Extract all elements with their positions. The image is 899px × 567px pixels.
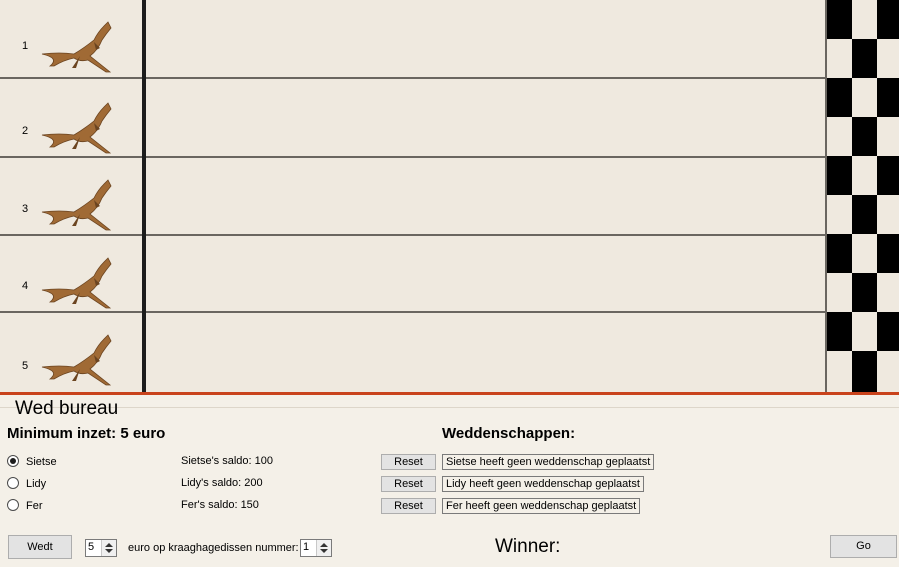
radio-sietse[interactable] [7, 455, 19, 467]
lizard-icon [41, 334, 112, 386]
radio-fer[interactable] [7, 499, 19, 511]
balance-lidy: Lidy's saldo: 200 [181, 477, 263, 489]
bet-status-fer: Fer heeft geen weddenschap geplaatst [442, 498, 641, 514]
lane-number: 3 [22, 203, 29, 215]
minimum-bet-label: Minimum inzet: 5 euro [7, 425, 166, 442]
lane-3: 3 [0, 158, 825, 236]
lane-4: 4 [0, 236, 825, 313]
panel-divider [0, 407, 899, 408]
bet-status-sietse: Sietse heeft geen weddenschap geplaatst [442, 454, 655, 470]
lizard-number-value[interactable]: 1 [303, 541, 309, 553]
lane-number: 5 [22, 360, 29, 372]
race-track: 1 2 3 4 5 [0, 0, 899, 393]
balance-fer: Fer's saldo: 150 [181, 499, 259, 511]
lane-number: 1 [22, 40, 29, 52]
reset-button-lidy[interactable]: Reset [381, 476, 436, 492]
lizard-icon [41, 102, 112, 154]
bet-button[interactable]: Wedt [8, 535, 72, 559]
lane-5: 5 [0, 313, 825, 393]
bets-header: Weddenschappen: [442, 425, 576, 442]
lizard-number-stepper[interactable]: 1 [300, 539, 332, 557]
amount-value[interactable]: 5 [88, 541, 94, 553]
bettor-name-fer[interactable]: Fer [26, 500, 43, 512]
amount-description: euro op kraaghagedissen nummer: [128, 542, 299, 554]
lizard-icon [41, 257, 112, 309]
lane-number: 2 [22, 125, 29, 137]
spinner-arrows-icon[interactable] [316, 540, 331, 556]
panel-title: Wed bureau [15, 398, 119, 419]
lane-2: 2 [0, 79, 825, 158]
go-button[interactable]: Go [830, 535, 897, 558]
reset-button-sietse[interactable]: Reset [381, 454, 436, 470]
lane-number: 4 [22, 280, 29, 292]
lizard-icon [41, 179, 112, 231]
amount-stepper[interactable]: 5 [85, 539, 117, 557]
bet-status-lidy: Lidy heeft geen weddenschap geplaatst [442, 476, 644, 492]
lane-1: 1 [0, 0, 825, 79]
bettor-name-sietse[interactable]: Sietse [26, 456, 57, 468]
bettor-name-lidy[interactable]: Lidy [26, 478, 46, 490]
balance-sietse: Sietse's saldo: 100 [181, 455, 273, 467]
finish-line [825, 0, 899, 393]
reset-button-fer[interactable]: Reset [381, 498, 436, 514]
spinner-arrows-icon[interactable] [101, 540, 116, 556]
start-line [142, 0, 146, 393]
winner-label: Winner: [495, 536, 561, 557]
lizard-icon [41, 21, 112, 73]
radio-lidy[interactable] [7, 477, 19, 489]
